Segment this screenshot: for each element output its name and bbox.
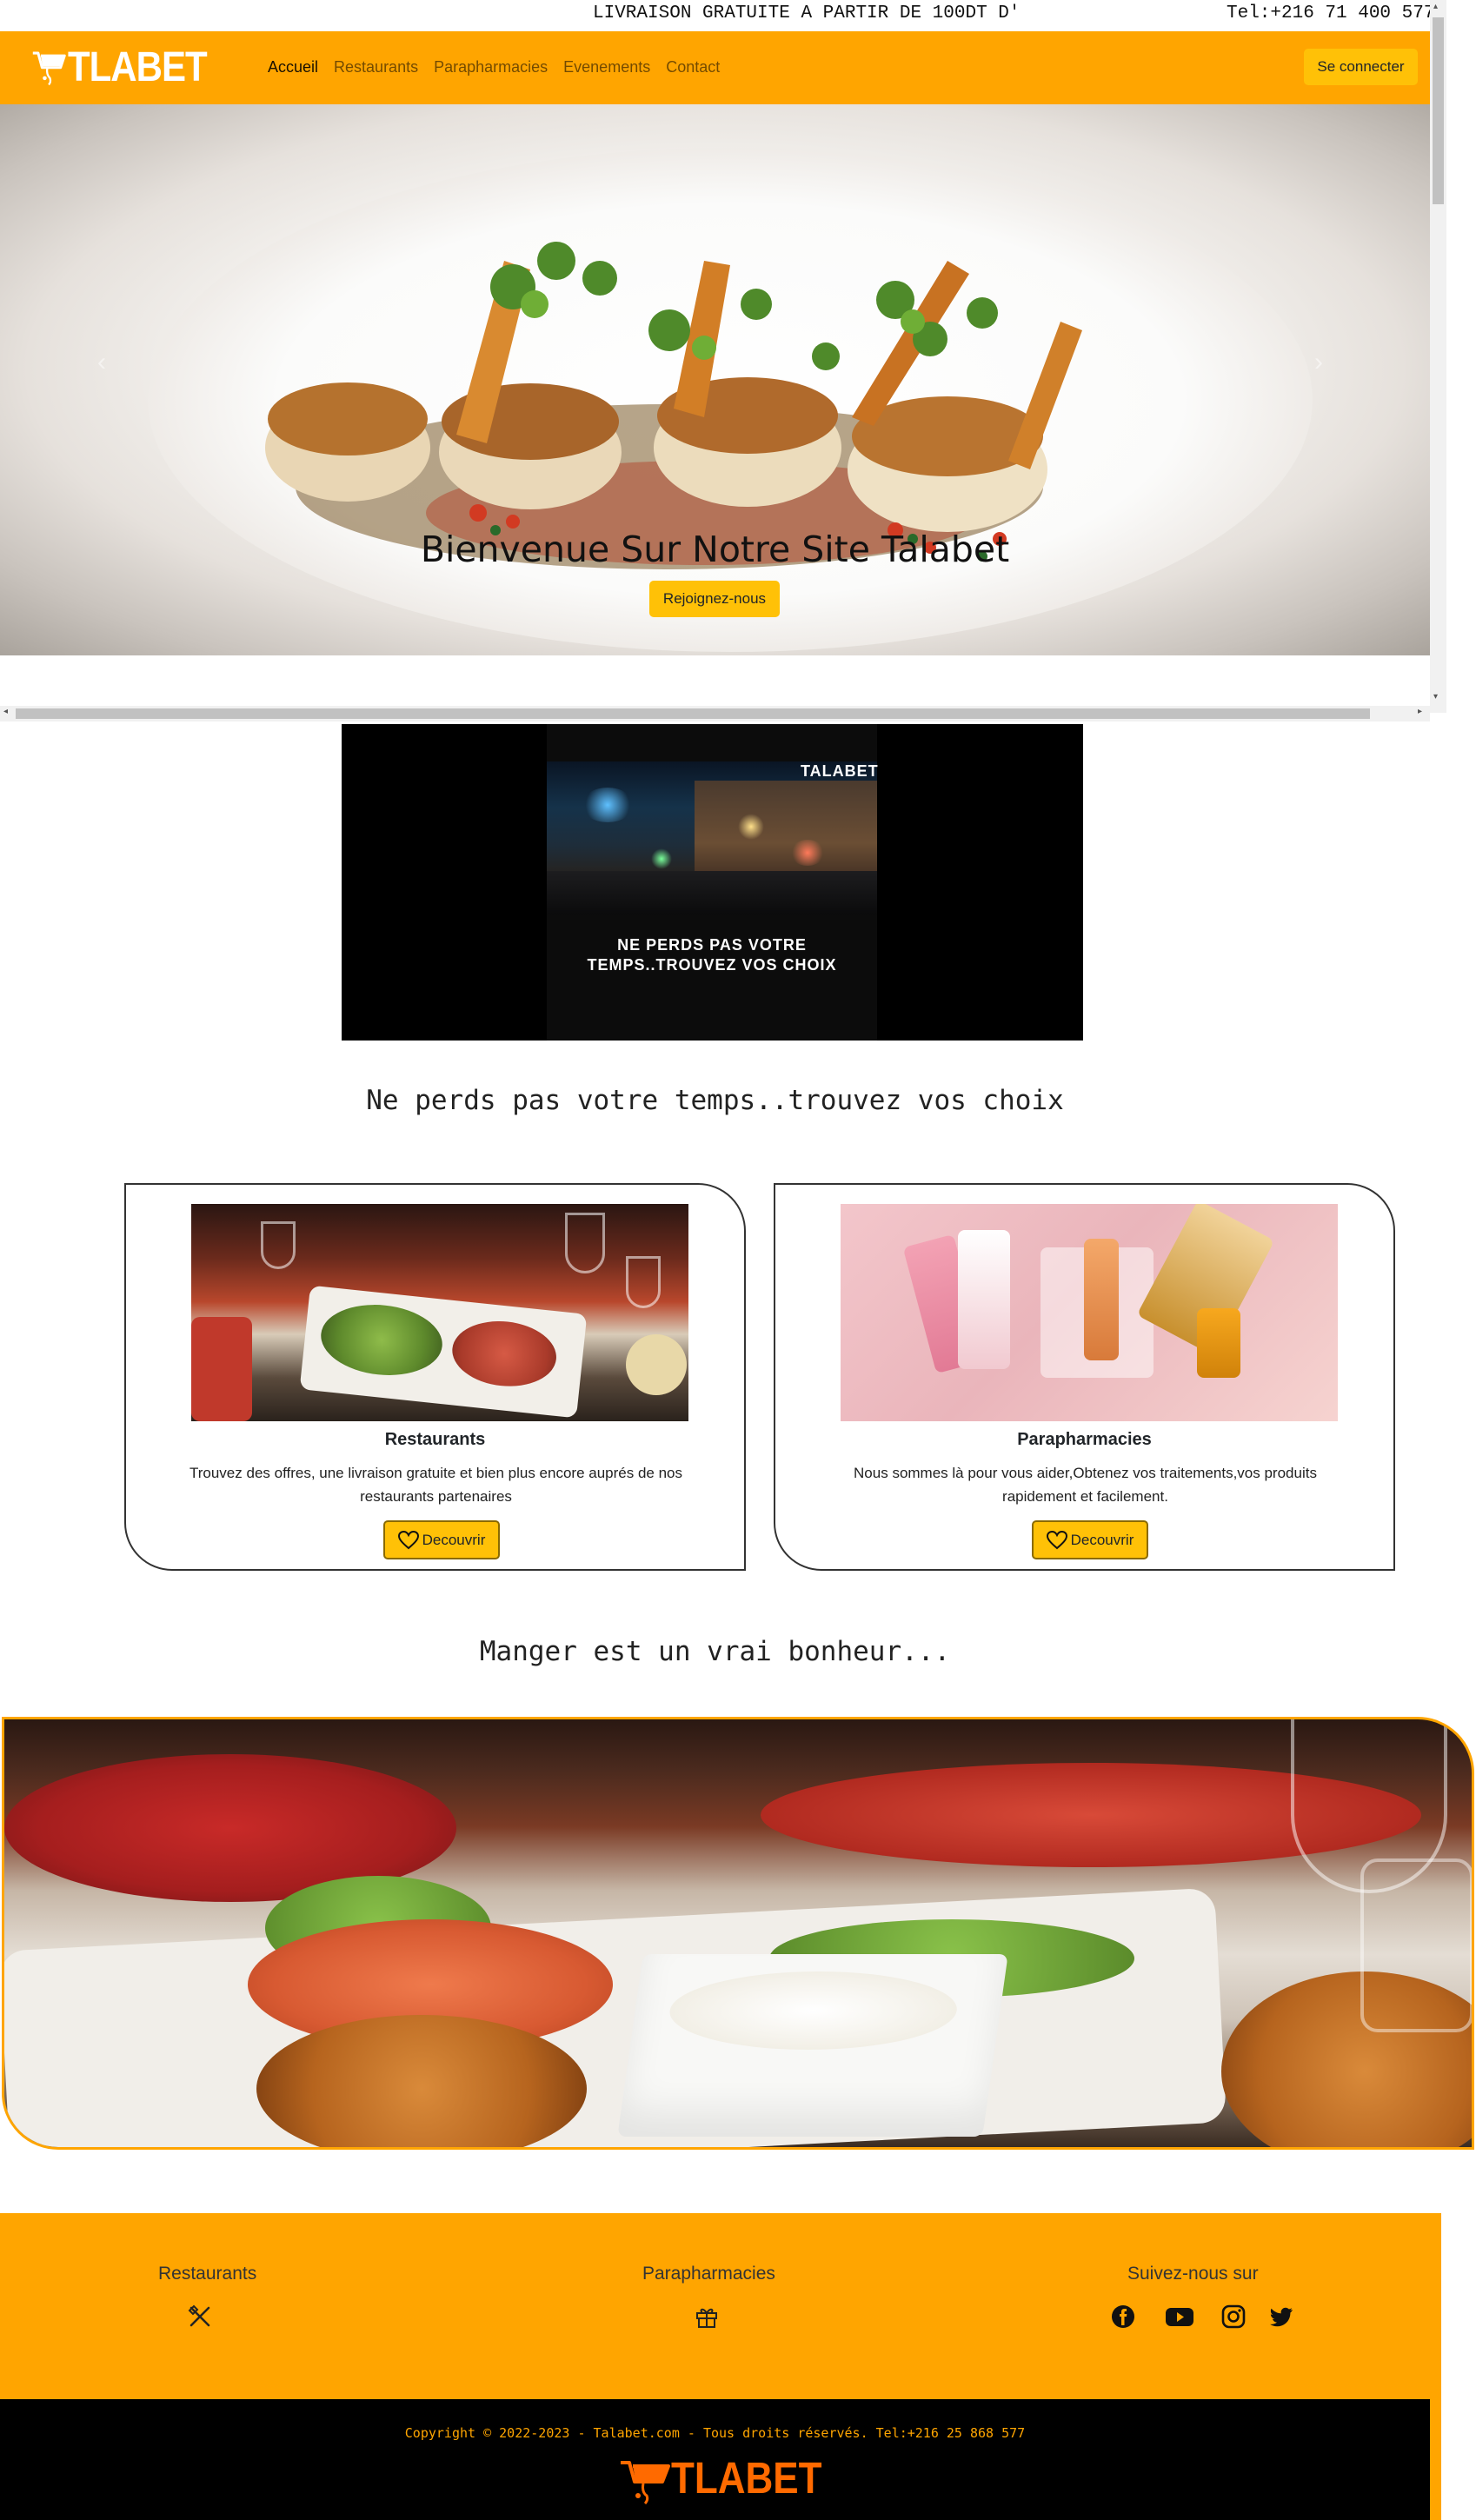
food-banner-image <box>2 1717 1474 2150</box>
horizontal-scrollbar[interactable]: ◂ ▸ <box>0 706 1430 721</box>
scroll-left-icon[interactable]: ◂ <box>3 707 8 716</box>
instagram-icon[interactable] <box>1220 2304 1247 2330</box>
parapharmacy-image <box>841 1204 1338 1421</box>
card-text-parapharmacies: Nous sommes là pour vous aider,Obtenez v… <box>854 1465 1317 1505</box>
join-button[interactable]: Rejoignez-nous <box>649 581 780 617</box>
vertical-scrollbar[interactable]: ▴ ▾ <box>1430 0 1446 713</box>
nav-links: Accueil Restaurants Parapharmacies Evene… <box>268 58 720 76</box>
nav-link-accueil[interactable]: Accueil <box>268 58 318 76</box>
carousel-next-icon[interactable]: › <box>1314 348 1323 377</box>
facebook-icon[interactable] <box>1110 2304 1136 2330</box>
cart-logo-icon <box>32 51 66 86</box>
copyright-text: Copyright © 2022-2023 - Talabet.com - To… <box>404 2425 1026 2441</box>
discover-parapharmacies-button[interactable]: Decouvrir <box>1032 1520 1148 1559</box>
discover-restaurants-button[interactable]: Decouvrir <box>383 1520 500 1559</box>
cart-logo-icon <box>621 2461 670 2504</box>
video-tagline: NE PERDS PAS VOTRE TEMPS..TROUVEZ VOS CH… <box>587 936 837 974</box>
utensils-icon[interactable] <box>187 2304 213 2330</box>
login-button[interactable]: Se connecter <box>1304 49 1418 85</box>
hero-title: Bienvenue Sur Notre Site Talabet <box>420 529 1010 570</box>
brand-name: TLABET <box>68 43 208 90</box>
copyright-bar: Copyright © 2022-2023 - Talabet.com - To… <box>0 2399 1430 2520</box>
footer-brand-name: TLABET <box>671 2454 822 2503</box>
section-title-bonheur: Manger est un vrai bonheur... <box>479 1636 951 1667</box>
nav-link-evenements[interactable]: Evenements <box>563 58 650 76</box>
vertical-scroll-thumb[interactable] <box>1433 17 1444 204</box>
parapharmacies-card: Parapharmacies Nous sommes là pour vous … <box>774 1183 1395 1571</box>
hero-carousel: ‹ › Bienvenue Sur Notre Site Talabet Rej… <box>0 104 1430 655</box>
heart-icon <box>1046 1530 1067 1549</box>
scallops-dish-illustration <box>265 242 1082 569</box>
scroll-up-icon[interactable]: ▴ <box>1433 2 1438 11</box>
scroll-down-icon[interactable]: ▾ <box>1433 692 1438 701</box>
card-text-restaurants: Trouvez des offres, une livraison gratui… <box>189 1465 682 1505</box>
footer-heading-parapharmacies: Parapharmacies <box>642 2264 775 2284</box>
nav-link-parapharmacies[interactable]: Parapharmacies <box>434 58 548 76</box>
youtube-icon[interactable] <box>1165 2304 1194 2330</box>
nav-link-contact[interactable]: Contact <box>666 58 720 76</box>
discover-label: Decouvrir <box>422 1531 486 1548</box>
carousel-prev-icon[interactable]: ‹ <box>97 348 106 377</box>
heart-icon <box>397 1530 419 1549</box>
scroll-right-icon[interactable]: ▸ <box>1418 707 1422 716</box>
twitter-icon[interactable] <box>1268 2304 1294 2330</box>
promo-video[interactable]: TALABET NE PERDS PAS VOTRE TEMPS..TROUVE… <box>342 724 1083 1041</box>
horizontal-scroll-thumb[interactable] <box>16 708 1370 719</box>
site-footer: Restaurants Parapharmacies Suivez-nous s… <box>0 2213 1441 2520</box>
section-title-choices: Ne perds pas votre temps..trouvez vos ch… <box>366 1085 1064 1116</box>
footer-heading-restaurants: Restaurants <box>158 2264 257 2284</box>
video-brand: TALABET <box>801 762 879 780</box>
restaurants-card: Restaurants Trouvez des offres, une livr… <box>124 1183 746 1571</box>
hero-plate-image <box>148 148 1313 652</box>
phone-number: Tel:+216 71 400 577 <box>1227 3 1435 23</box>
footer-logo[interactable]: TLABET <box>619 2453 822 2505</box>
footer-heading-social: Suivez-nous sur <box>1127 2264 1259 2284</box>
card-title-parapharmacies: Parapharmacies <box>1017 1430 1152 1449</box>
card-title-restaurants: Restaurants <box>384 1430 486 1449</box>
city-night-image <box>547 761 877 914</box>
brand-logo[interactable]: TLABET <box>30 40 208 94</box>
announcement-bar: LIVRAISON GRATUITE A PARTIR DE 100DT D'A… <box>0 0 1476 31</box>
video-frame: TALABET NE PERDS PAS VOTRE TEMPS..TROUVE… <box>547 724 879 1041</box>
gift-icon[interactable] <box>694 2304 720 2330</box>
announcement-marquee: LIVRAISON GRATUITE A PARTIR DE 100DT D'A <box>593 3 1015 23</box>
nav-link-restaurants[interactable]: Restaurants <box>334 58 418 76</box>
discover-label: Decouvrir <box>1070 1531 1134 1548</box>
main-navbar: TLABET Accueil Restaurants Parapharmacie… <box>0 31 1430 104</box>
restaurant-image <box>191 1204 688 1421</box>
